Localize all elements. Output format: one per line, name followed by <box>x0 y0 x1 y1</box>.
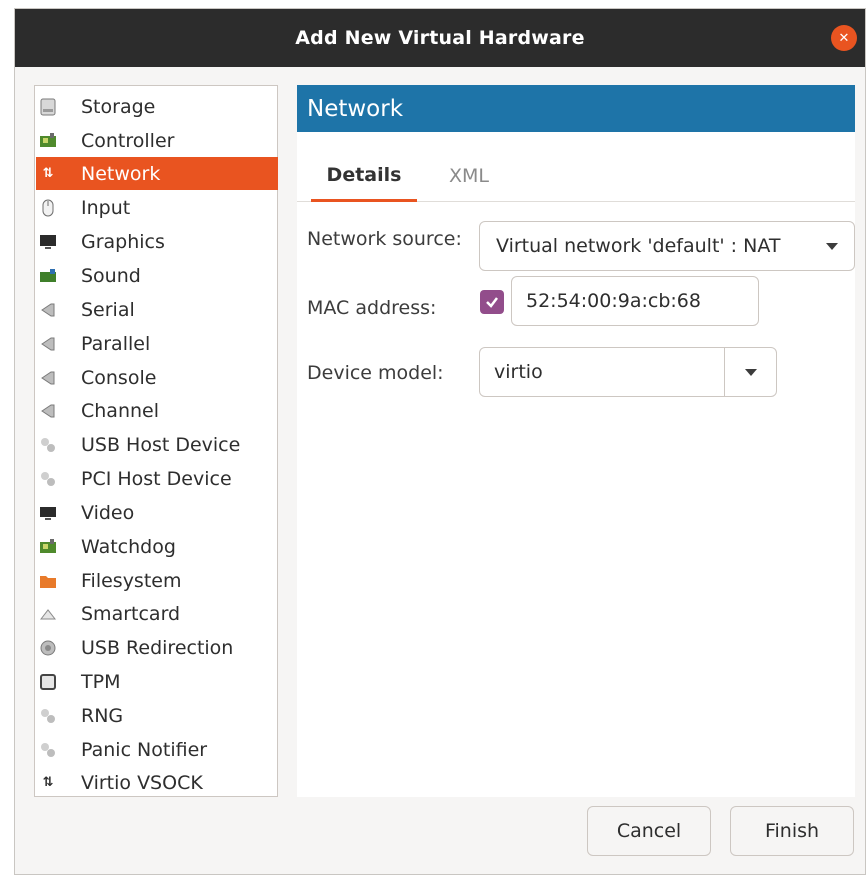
network-source-label: Network source: <box>307 228 462 250</box>
mouse-icon <box>39 199 57 217</box>
device-model-dropdown-button[interactable] <box>724 348 776 396</box>
sidebar-item-usb-redirection[interactable]: USB Redirection <box>36 631 278 664</box>
hardware-type-list: Storage Controller ⇅ Network Input Graph… <box>34 85 278 797</box>
close-button[interactable]: ✕ <box>831 25 857 51</box>
sidebar-item-label: Panic Notifier <box>81 738 208 761</box>
mac-address-checkbox[interactable] <box>480 290 504 314</box>
title-bar[interactable]: Add New Virtual Hardware ✕ <box>15 9 865 67</box>
sidebar-item-label: Console <box>81 366 157 389</box>
storage-icon <box>39 98 57 116</box>
tab-bar: Details XML <box>297 150 855 202</box>
rng-icon <box>39 707 57 725</box>
sidebar-item-label: Graphics <box>81 230 165 253</box>
sidebar-item-label: Sound <box>81 264 141 287</box>
monitor-icon <box>39 233 57 251</box>
panic-notifier-icon <box>39 741 57 759</box>
finish-button[interactable]: Finish <box>730 806 854 856</box>
sidebar-item-label: Controller <box>81 129 175 152</box>
sidebar-item-sound[interactable]: Sound <box>36 259 278 292</box>
sidebar-item-label: Parallel <box>81 332 151 355</box>
sidebar-item-smartcard[interactable]: Smartcard <box>36 597 278 630</box>
parallel-port-icon <box>39 335 57 353</box>
video-icon <box>39 504 57 522</box>
serial-port-icon <box>39 301 57 319</box>
watchdog-icon <box>39 538 57 556</box>
sidebar-item-graphics[interactable]: Graphics <box>36 225 278 258</box>
sidebar-item-label: Virtio VSOCK <box>81 771 203 794</box>
tpm-icon <box>39 673 57 691</box>
controller-icon <box>39 132 57 150</box>
sidebar-item-panic-notifier[interactable]: Panic Notifier <box>36 733 278 766</box>
sidebar-item-video[interactable]: Video <box>36 496 278 529</box>
tab-xml[interactable]: XML <box>429 150 509 202</box>
sidebar-item-serial[interactable]: Serial <box>36 293 278 326</box>
network-source-dropdown[interactable]: Virtual network 'default' : NAT <box>479 221 855 271</box>
cancel-button[interactable]: Cancel <box>587 806 711 856</box>
dialog-title: Add New Virtual Hardware <box>295 27 585 49</box>
sidebar-item-channel[interactable]: Channel <box>36 394 278 427</box>
sidebar-item-pci-host-device[interactable]: PCI Host Device <box>36 462 278 495</box>
sidebar-item-label: Storage <box>81 95 156 118</box>
section-header: Network <box>297 85 855 132</box>
device-model-combo[interactable]: virtio <box>479 347 777 397</box>
network-icon: ⇅ <box>42 166 54 181</box>
sidebar-item-label: Serial <box>81 298 135 321</box>
sidebar-item-rng[interactable]: RNG <box>36 699 278 732</box>
sidebar-item-controller[interactable]: Controller <box>36 124 278 157</box>
vsock-icon: ⇅ <box>42 775 54 790</box>
sidebar-item-label: Input <box>81 196 131 219</box>
sidebar-item-watchdog[interactable]: Watchdog <box>36 530 278 563</box>
sidebar-item-virtio-vsock[interactable]: ⇅ Virtio VSOCK <box>36 766 278 799</box>
sidebar-item-label: Channel <box>81 399 160 422</box>
mac-address-field[interactable]: 52:54:00:9a:cb:68 <box>511 276 759 326</box>
smartcard-icon <box>39 605 57 623</box>
sidebar-item-parallel[interactable]: Parallel <box>36 327 278 360</box>
sidebar-item-label: USB Redirection <box>81 636 234 659</box>
chevron-down-icon <box>826 242 838 250</box>
add-hardware-dialog: Add New Virtual Hardware ✕ Storage Contr… <box>14 8 866 875</box>
sidebar-item-input[interactable]: Input <box>36 191 278 224</box>
sidebar-item-filesystem[interactable]: Filesystem <box>36 564 278 597</box>
console-port-icon <box>39 369 57 387</box>
sidebar-item-console[interactable]: Console <box>36 361 278 394</box>
usb-redirection-icon <box>39 639 57 657</box>
channel-port-icon <box>39 402 57 420</box>
sound-card-icon <box>39 267 57 285</box>
device-model-label: Device model: <box>307 362 444 384</box>
sidebar-item-label: Watchdog <box>81 535 176 558</box>
pci-device-icon <box>39 470 57 488</box>
sidebar-item-label: Filesystem <box>81 569 182 592</box>
device-model-value: virtio <box>494 361 543 383</box>
sidebar-item-label: PCI Host Device <box>81 467 232 490</box>
details-panel: Network Details XML Network source: Virt… <box>297 85 855 797</box>
sidebar-item-label: Video <box>81 501 135 524</box>
usb-device-icon <box>39 436 57 454</box>
sidebar-item-tpm[interactable]: TPM <box>36 665 278 698</box>
sidebar-item-label: Smartcard <box>81 602 181 625</box>
folder-icon <box>39 572 57 590</box>
sidebar-item-network[interactable]: ⇅ Network <box>36 157 278 190</box>
sidebar-item-label: Network <box>81 162 161 185</box>
network-source-value: Virtual network 'default' : NAT <box>496 235 781 257</box>
close-icon: ✕ <box>838 30 850 46</box>
chevron-down-icon <box>744 368 757 376</box>
mac-address-value: 52:54:00:9a:cb:68 <box>526 290 701 312</box>
tab-details[interactable]: Details <box>311 150 417 202</box>
sidebar-item-storage[interactable]: Storage <box>36 90 278 123</box>
checkmark-icon <box>486 297 498 308</box>
sidebar-item-label: RNG <box>81 704 124 727</box>
mac-address-label: MAC address: <box>307 297 437 319</box>
sidebar-item-usb-host-device[interactable]: USB Host Device <box>36 428 278 461</box>
sidebar-item-label: USB Host Device <box>81 433 241 456</box>
sidebar-item-label: TPM <box>81 670 121 693</box>
